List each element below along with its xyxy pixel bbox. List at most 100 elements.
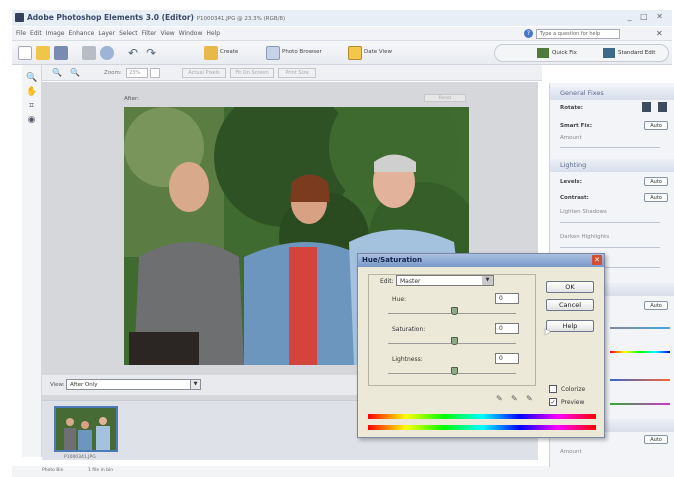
standard-edit-icon[interactable]	[603, 48, 615, 58]
ok-button[interactable]: OK	[546, 281, 594, 293]
thumbnail-illustration	[56, 408, 116, 450]
fit-on-screen-button[interactable]: Fit On Screen	[230, 68, 274, 78]
zoom-in-icon[interactable]: 🔍	[52, 68, 62, 77]
thumbnail-label: P1000341.JPG	[64, 455, 96, 460]
menu-item-help[interactable]: Help	[206, 30, 220, 37]
red-eye-tool-icon[interactable]: ◉	[26, 115, 37, 126]
new-file-icon[interactable]	[18, 46, 32, 60]
hand-tool-icon[interactable]: ✋	[26, 87, 37, 98]
menu-items: File Edit Image Enhance Layer Select Filter Vie…	[16, 27, 224, 37]
contrast-auto-button[interactable]: Auto	[644, 193, 668, 202]
menu-item-window[interactable]: Window	[179, 30, 203, 37]
lighten-shadows-slider[interactable]	[560, 222, 660, 223]
saturation-label: Saturation:	[392, 326, 426, 333]
close-icon[interactable]: ✕	[592, 255, 602, 265]
rotate-label: Rotate:	[560, 105, 583, 111]
help-search-input[interactable]: Type a question for help	[536, 29, 620, 39]
smart-fix-amount-slider[interactable]	[560, 147, 660, 148]
preview-checkbox[interactable]: ✓	[549, 398, 557, 406]
hue-input[interactable]: 0	[495, 293, 519, 304]
saturation-slider-thumb[interactable]	[451, 337, 458, 345]
colorize-label: Colorize	[561, 386, 586, 393]
input-color-bar	[368, 414, 596, 419]
toolbox: 🔍 ✋ ⌗ ◉	[22, 65, 42, 457]
menu-item-image[interactable]: Image	[46, 30, 65, 37]
document-title: P1000341.JPG @ 23.3% (RGB/8)	[196, 16, 286, 22]
standard-edit-button[interactable]: Standard Edit	[618, 50, 655, 56]
quick-fix-icon[interactable]	[537, 48, 549, 58]
quick-fix-button[interactable]: Quick Fix	[552, 50, 577, 56]
menu-item-select[interactable]: Select	[119, 30, 138, 37]
temperature-track[interactable]	[610, 379, 670, 381]
email-icon[interactable]	[100, 46, 114, 60]
smart-fix-amount-label: Amount	[560, 135, 582, 141]
zoom-tool-icon[interactable]: 🔍	[26, 73, 37, 84]
print-icon[interactable]	[82, 46, 96, 60]
eyedropper-plus-icon[interactable]: ✎	[511, 394, 518, 403]
eyedropper-minus-icon[interactable]: ✎	[526, 394, 533, 403]
hue-saturation-dialog: Hue/Saturation ✕ Edit: Master ▼ Hue: 0 S…	[357, 253, 605, 438]
levels-auto-button[interactable]: Auto	[644, 177, 668, 186]
photo-browser-button[interactable]: Photo Browser	[282, 49, 322, 55]
cancel-button[interactable]: Cancel	[546, 299, 594, 311]
contrast-label: Contrast:	[560, 195, 589, 201]
menu-item-layer[interactable]: Layer	[98, 30, 115, 37]
saturation-track[interactable]	[610, 327, 670, 329]
menu-item-file[interactable]: File	[16, 30, 26, 37]
view-select[interactable]: After Only ▼	[66, 379, 201, 390]
photo-browser-icon[interactable]	[266, 46, 280, 60]
bin-file-count: 1 file in bin	[88, 468, 114, 473]
color-auto-button[interactable]: Auto	[644, 301, 668, 310]
smart-fix-auto-button[interactable]: Auto	[644, 121, 668, 130]
view-select-value: After Only	[70, 382, 98, 388]
lightness-input[interactable]: 0	[495, 353, 519, 364]
menu-item-enhance[interactable]: Enhance	[68, 30, 94, 37]
bin-thumbnail[interactable]	[54, 406, 118, 452]
status-bar: Photo Bin 1 file in bin	[12, 466, 674, 477]
print-size-button[interactable]: Print Size	[278, 68, 316, 78]
undo-icon[interactable]: ↶	[128, 46, 142, 60]
menu-item-edit[interactable]: Edit	[30, 30, 42, 37]
saturation-input[interactable]: 0	[495, 323, 519, 334]
lightness-label: Lightness:	[392, 356, 423, 363]
crop-tool-icon[interactable]: ⌗	[26, 101, 37, 112]
hue-slider-thumb[interactable]	[451, 307, 458, 315]
hue-label: Hue:	[392, 296, 407, 303]
lightness-slider-thumb[interactable]	[451, 367, 458, 375]
zoom-out-icon[interactable]: 🔍	[70, 68, 80, 77]
darken-highlights-slider[interactable]	[560, 247, 660, 248]
edit-select[interactable]: Master ▼	[396, 275, 494, 286]
zoom-input[interactable]: 23%	[126, 68, 148, 78]
menu-item-view[interactable]: View	[160, 30, 174, 37]
tint-track[interactable]	[610, 403, 670, 405]
photo-bin-toggle[interactable]: Photo Bin	[42, 468, 63, 473]
redo-icon[interactable]: ↷	[146, 46, 160, 60]
sharpen-auto-button[interactable]: Auto	[644, 435, 668, 444]
actual-pixels-button[interactable]: Actual Pixels	[182, 68, 226, 78]
zoom-stepper[interactable]	[150, 68, 160, 78]
help-icon[interactable]: ?	[524, 29, 533, 38]
rotate-left-icon[interactable]	[642, 102, 651, 112]
date-view-icon[interactable]	[348, 46, 362, 60]
view-label: View:	[50, 382, 65, 388]
sharpen-amount-label: Amount	[560, 449, 582, 455]
save-icon[interactable]	[54, 46, 68, 60]
lighting-header[interactable]: Lighting	[550, 159, 674, 172]
reset-button[interactable]: Reset	[424, 94, 466, 102]
general-fixes-header[interactable]: General Fixes	[550, 87, 674, 100]
hue-track[interactable]	[610, 351, 670, 353]
menu-item-filter[interactable]: Filter	[142, 30, 157, 37]
colorize-checkbox[interactable]	[549, 385, 557, 393]
help-button[interactable]: Help	[546, 320, 594, 332]
eyedropper-icon[interactable]: ✎	[496, 394, 503, 403]
create-icon[interactable]	[204, 46, 218, 60]
app-title: Adobe Photoshop Elements 3.0 (Editor)	[27, 13, 194, 22]
date-view-button[interactable]: Date View	[364, 49, 392, 55]
rotate-right-icon[interactable]	[658, 102, 667, 112]
window-controls[interactable]: _ □ ✕	[628, 12, 666, 21]
open-folder-icon[interactable]	[36, 46, 50, 60]
mouse-cursor-icon: ➤	[543, 327, 552, 338]
create-button[interactable]: Create	[220, 49, 238, 55]
close-doc-icon[interactable]: ✕	[656, 29, 663, 38]
dialog-title-bar[interactable]: Hue/Saturation ✕	[358, 254, 604, 267]
